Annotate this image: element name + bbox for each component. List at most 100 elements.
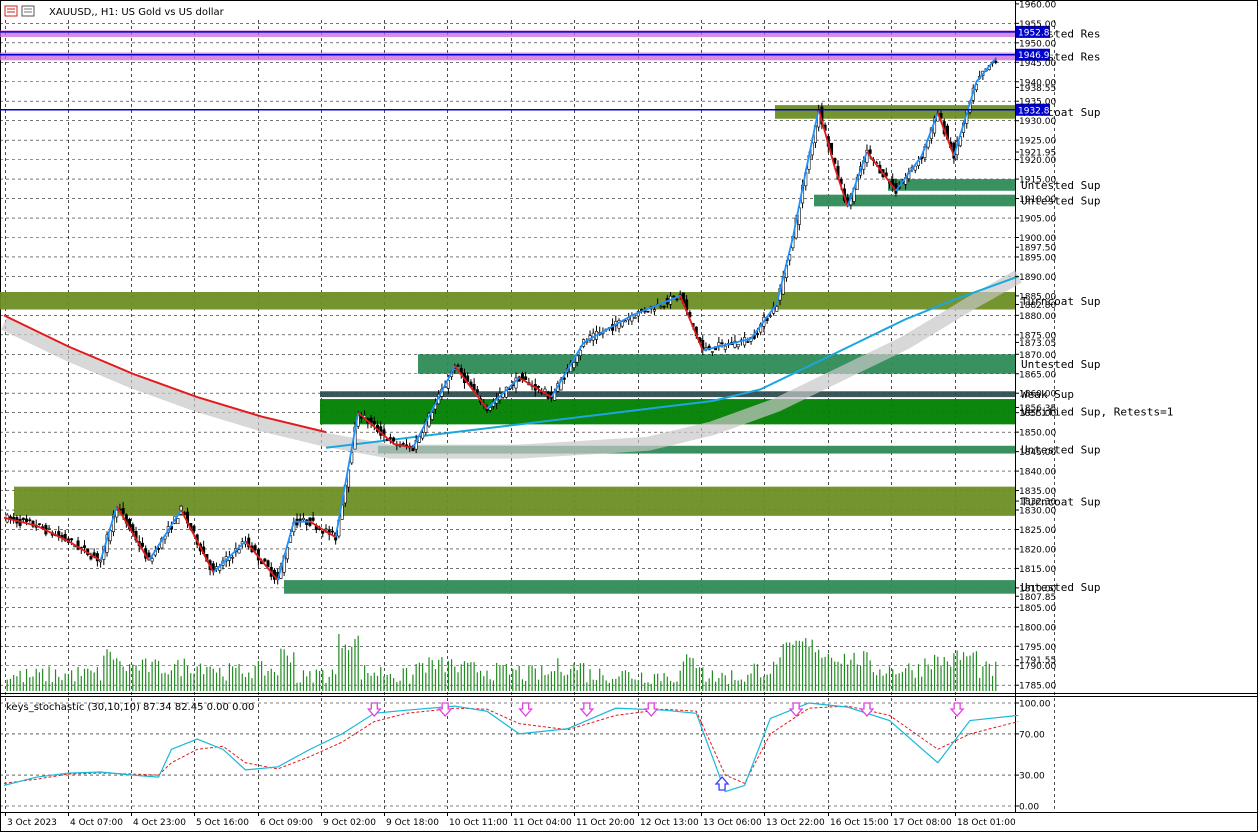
candle-body: [372, 420, 376, 425]
candle-body: [994, 60, 998, 63]
candle-body: [392, 437, 396, 442]
price-axis: 1785.001790.001791.551795.001800.001805.…: [1015, 0, 1056, 692]
time-tick-label: 13 Oct 22:00: [766, 818, 825, 828]
candle-body: [475, 389, 479, 393]
price-tick-label: 1791.55: [1019, 656, 1056, 666]
candle-body: [231, 556, 235, 559]
candle-body: [401, 443, 405, 445]
zone-rect: [775, 105, 1015, 119]
zone-rect: [0, 52, 1015, 61]
price-tick-label: 1925.00: [1019, 137, 1056, 147]
chart-window-icon[interactable]: [4, 5, 18, 17]
candle-body: [488, 407, 492, 411]
candle-body: [157, 548, 161, 550]
candle-body: [659, 306, 663, 308]
time-tick-label: 11 Oct 20:00: [576, 818, 635, 828]
candle-body: [723, 345, 727, 350]
price-tick-label: 1785.00: [1019, 682, 1056, 692]
candle-body: [324, 528, 328, 531]
candle-body: [775, 306, 779, 312]
price-tick-label: 1945.00: [1019, 59, 1056, 69]
candle-body: [150, 558, 154, 562]
candle-body: [25, 518, 29, 522]
price-tick-label: 1960.00: [1019, 0, 1056, 10]
candle-body: [192, 525, 196, 532]
price-tick-label: 1835.00: [1019, 487, 1056, 497]
candle-body: [237, 549, 241, 554]
time-tick-label: 9 Oct 02:00: [323, 818, 376, 828]
candle-body: [266, 560, 270, 568]
price-tick-label: 1915.00: [1019, 176, 1056, 186]
candle-body: [543, 388, 547, 392]
time-tick-label: 17 Oct 08:00: [893, 818, 952, 828]
time-tick-label: 16 Oct 15:00: [830, 818, 889, 828]
candle-body: [755, 333, 759, 335]
price-tick-label: 1856.35: [1019, 404, 1056, 414]
candle-body: [28, 519, 32, 522]
chart-grid-icon[interactable]: [21, 5, 35, 17]
candle-body: [121, 507, 125, 515]
candle-body: [388, 437, 392, 439]
candle-body: [710, 351, 714, 353]
time-tick-label: 3 Oct 2023: [7, 818, 57, 828]
stoch-tick-label: 100.00: [1019, 700, 1051, 710]
price-tick-label: 1850.00: [1019, 429, 1056, 439]
price-tick-label: 1885.00: [1019, 292, 1056, 302]
zone-rect: [320, 399, 1015, 425]
trading-chart[interactable]: Untested ResUntested ResTurncoat SupUnte…: [0, 0, 1258, 832]
price-tick-label: 1895.00: [1019, 253, 1056, 263]
time-tick-label: 12 Oct 13:00: [640, 818, 699, 828]
zone-rect: [14, 486, 1015, 516]
chart-title: XAUUSD,, H1: US Gold vs US dollar: [49, 7, 225, 18]
zone-rect: [0, 291, 1015, 310]
candle-body: [662, 305, 666, 308]
price-tick-label: 1955.00: [1019, 20, 1056, 30]
price-tick-label: 1900.00: [1019, 234, 1056, 244]
candle-body: [675, 298, 679, 301]
candle-body: [21, 517, 25, 521]
zone-rect: [320, 391, 1015, 398]
price-tick-label: 1935.00: [1019, 98, 1056, 108]
price-tick-label: 1820.00: [1019, 545, 1056, 555]
price-tick-label: 1930.00: [1019, 117, 1056, 127]
price-tick-label: 1810.00: [1019, 584, 1056, 594]
price-tick-label: 1875.00: [1019, 331, 1056, 341]
stoch-tick-label: 70.00: [1019, 730, 1045, 740]
candle-body: [311, 517, 315, 521]
candle-body: [253, 545, 257, 551]
price-tick-label: 1882.80: [1019, 301, 1056, 311]
candle-body: [147, 552, 151, 558]
candle-body: [176, 518, 180, 525]
candle-body: [421, 432, 425, 439]
candle-body: [717, 342, 721, 346]
price-tick-label: 1800.00: [1019, 623, 1056, 633]
candle-body: [140, 542, 144, 547]
price-level-text: 1932.81: [1018, 106, 1055, 116]
candle-body: [456, 364, 460, 367]
time-tick-label: 18 Oct 01:00: [957, 818, 1016, 828]
price-tick-label: 1825.00: [1019, 526, 1056, 536]
price-tick-label: 1795.00: [1019, 643, 1056, 653]
time-tick-label: 4 Oct 07:00: [70, 818, 123, 828]
candle-body: [633, 317, 637, 319]
price-tick-label: 1865.00: [1019, 370, 1056, 380]
candle-body: [736, 343, 740, 348]
candle-body: [263, 558, 267, 562]
candle-body: [720, 342, 724, 344]
candle-body: [768, 315, 772, 317]
price-tick-label: 1950.00: [1019, 39, 1056, 49]
candle-body: [83, 545, 87, 548]
price-tick-label: 1840.00: [1019, 468, 1056, 478]
candle-body: [623, 320, 627, 323]
stoch-tick-label: 0.00: [1019, 803, 1039, 813]
time-tick-label: 10 Oct 11:00: [449, 818, 508, 828]
stoch-tick-label: 30.00: [1019, 772, 1045, 782]
candle-body: [672, 295, 676, 298]
candle-body: [47, 527, 51, 530]
price-level-text: 1952.81: [1018, 28, 1055, 38]
candle-body: [70, 538, 74, 541]
candle-body: [330, 530, 334, 533]
candle-body: [89, 556, 93, 560]
price-tick-label: 1910.00: [1019, 195, 1056, 205]
time-tick-label: 9 Oct 18:00: [386, 818, 439, 828]
